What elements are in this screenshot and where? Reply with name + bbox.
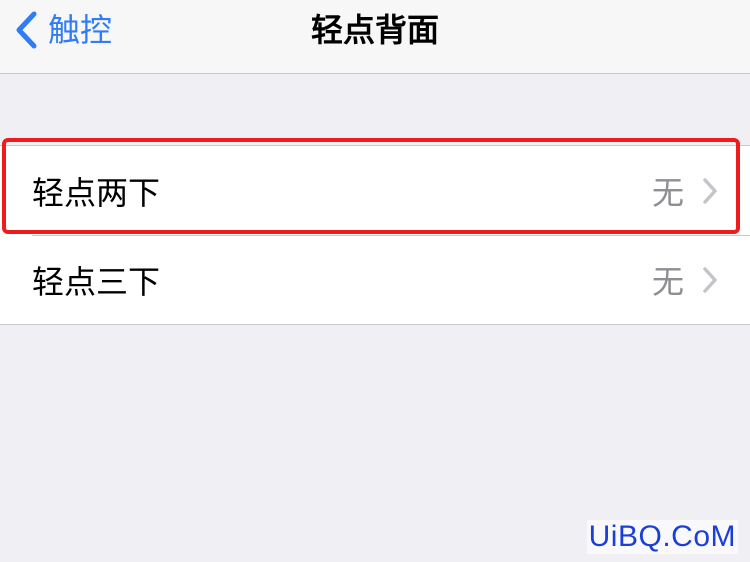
page-title: 轻点背面 [310,11,439,49]
row-value: 无 [651,262,684,301]
settings-row-triple-tap[interactable]: 轻点三下 无 [0,235,750,324]
settings-row-double-tap[interactable]: 轻点两下 无 [0,146,750,235]
chevron-right-icon [702,177,718,205]
chevron-right-icon [702,266,718,294]
watermark: UiBQ.CoM [586,520,738,554]
settings-group: 轻点两下 无 轻点三下 无 [0,145,750,325]
screen: 触控 轻点背面 轻点两下 无 轻点三下 无 UiBQ.CoM [0,0,750,562]
row-label: 轻点两下 [32,173,161,212]
row-value: 无 [651,173,684,212]
row-label: 轻点三下 [32,262,161,301]
navigation-bar: 触控 轻点背面 [0,0,750,74]
